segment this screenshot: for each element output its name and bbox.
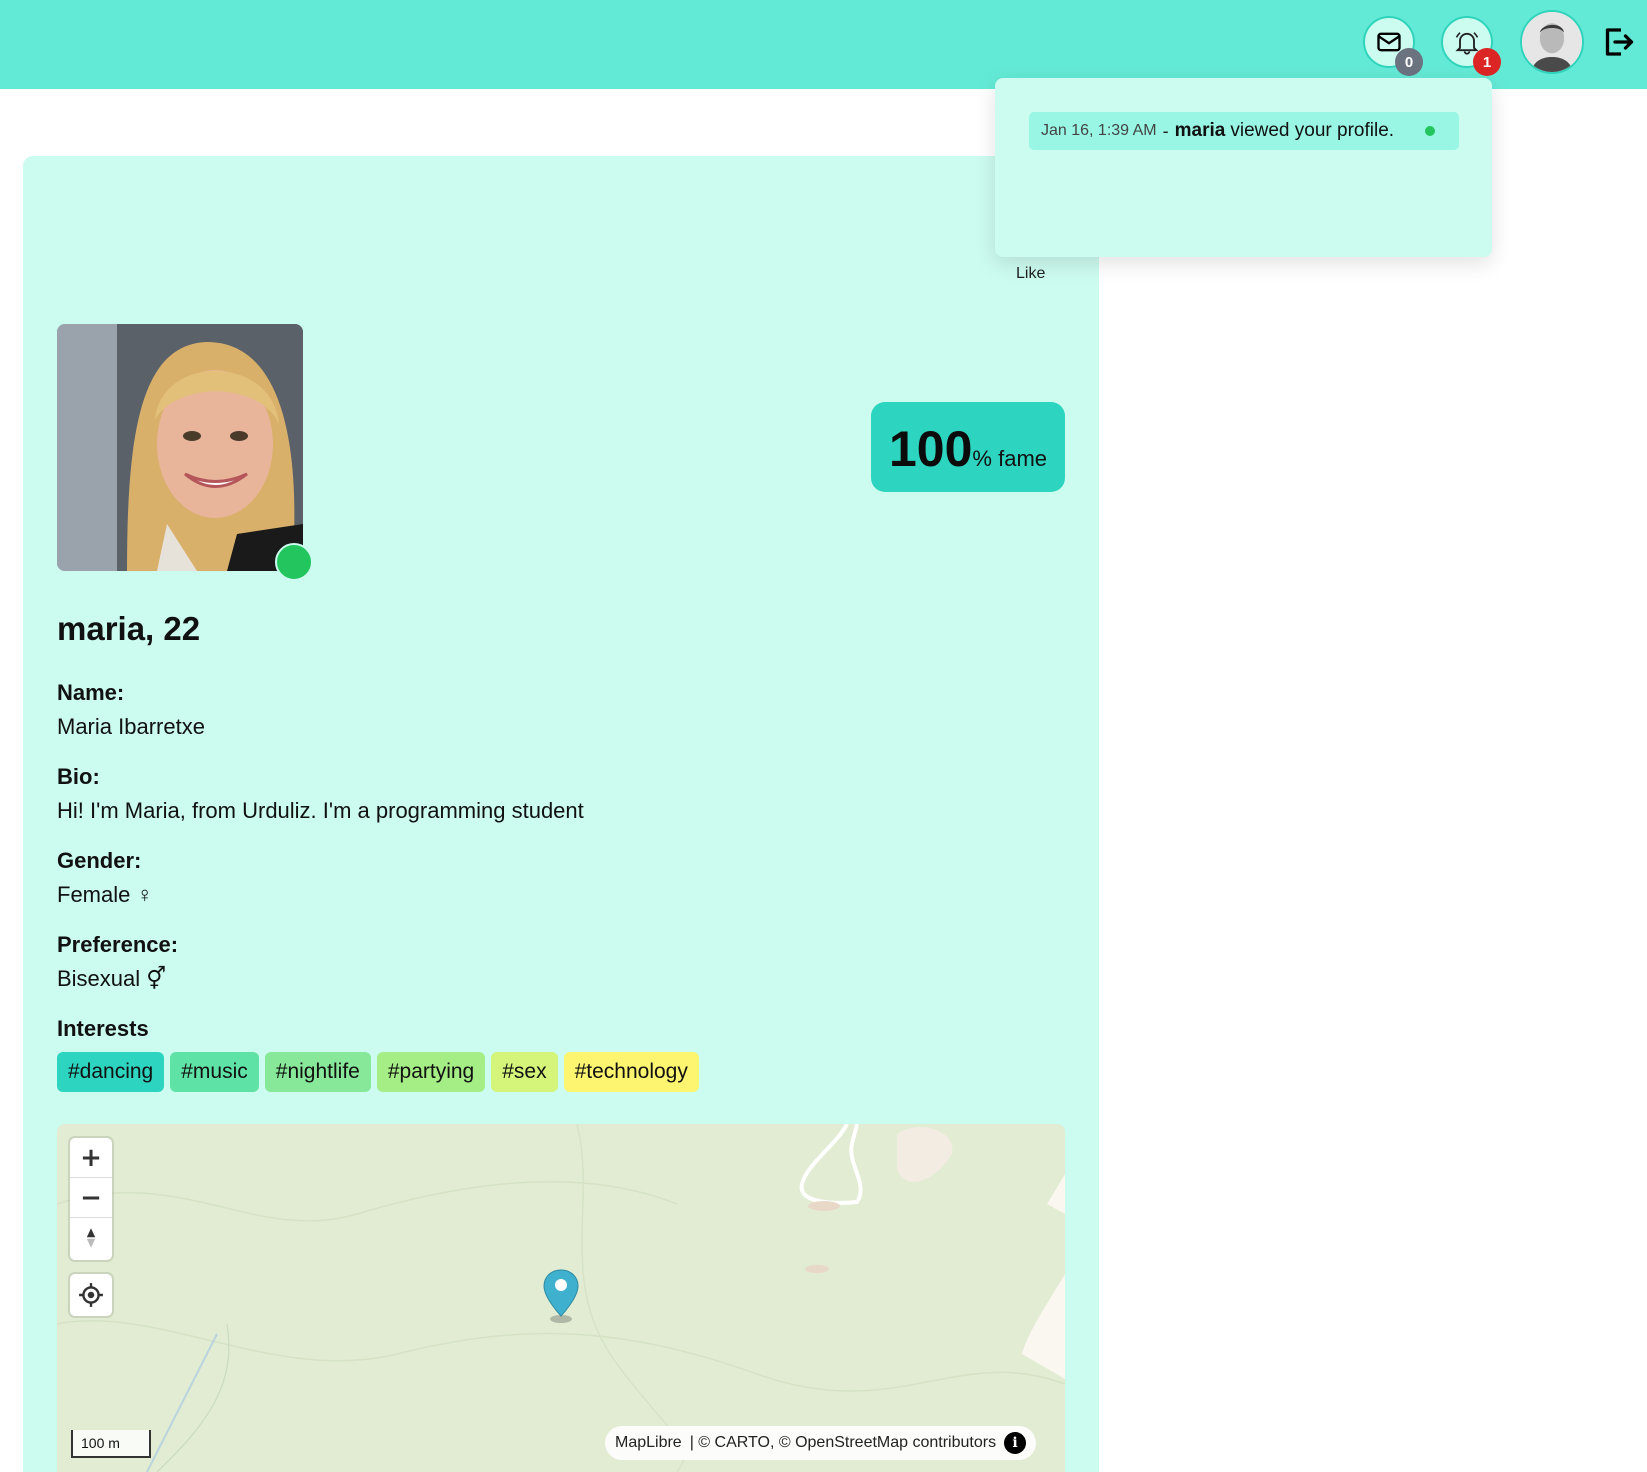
interest-tag-nightlife[interactable]: #nightlife	[264, 1052, 371, 1092]
geolocate-button[interactable]	[70, 1274, 112, 1316]
profile-photo-image	[57, 324, 303, 571]
fame-value: 100	[888, 421, 973, 477]
fame-unit: % fame	[972, 446, 1048, 471]
profile-photo	[57, 324, 303, 571]
zoom-out-button[interactable]: −	[70, 1178, 112, 1218]
bio-value: Hi! I'm Maria, from Urduliz. I'm a progr…	[57, 798, 584, 823]
map-zoom-controls: + −	[70, 1138, 112, 1260]
interest-tag-technology[interactable]: #technology	[563, 1052, 699, 1092]
notifications-button[interactable]: 1	[1441, 16, 1501, 76]
maplibre-link[interactable]: MapLibre	[615, 1434, 682, 1452]
avatar-portrait	[1522, 12, 1582, 72]
notification-time: Jan 16, 1:39 AM	[1041, 122, 1157, 139]
interest-tags: #dancing #music #nightlife #partying #se…	[57, 1052, 699, 1092]
messages-button[interactable]: 0	[1363, 16, 1423, 76]
unread-indicator	[1425, 126, 1435, 136]
info-icon[interactable]: i	[1004, 1432, 1027, 1454]
notification-item[interactable]: Jan 16, 1:39 AM - maria viewed your prof…	[1029, 112, 1459, 150]
notification-text: viewed your profile.	[1230, 120, 1395, 141]
compass-button[interactable]	[70, 1218, 112, 1258]
notification-user[interactable]: maria	[1175, 120, 1226, 142]
bio-label: Bio:	[57, 764, 100, 789]
compass-icon	[86, 1228, 96, 1248]
geolocate-icon	[79, 1283, 103, 1307]
online-status-indicator	[275, 543, 313, 581]
interest-tag-music[interactable]: #music	[170, 1052, 259, 1092]
top-navigation-bar: 0 1	[0, 0, 1647, 89]
interest-tag-sex[interactable]: #sex	[491, 1052, 558, 1092]
map-attribution: MapLibre | © CARTO, © OpenStreetMap cont…	[605, 1426, 1037, 1460]
map-scale: 100 m	[71, 1430, 151, 1458]
fame-rating: 100 % fame	[871, 402, 1065, 492]
name-label: Name:	[57, 680, 125, 705]
like-button[interactable]: Like	[1016, 265, 1045, 283]
logout-icon[interactable]	[1600, 24, 1636, 60]
notification-separator: -	[1162, 120, 1169, 141]
interest-tag-partying[interactable]: #partying	[376, 1052, 486, 1092]
messages-count-badge: 0	[1395, 48, 1423, 76]
preference-value: Bisexual ⚥	[57, 966, 167, 991]
name-value: Maria Ibarretxe	[57, 714, 205, 739]
interests-label: Interests	[57, 1016, 149, 1041]
attribution-text[interactable]: | © CARTO, © OpenStreetMap contributors	[690, 1434, 996, 1452]
notifications-dropdown: Jan 16, 1:39 AM - maria viewed your prof…	[995, 78, 1492, 257]
gender-label: Gender:	[57, 848, 142, 873]
location-marker-icon[interactable]	[541, 1268, 581, 1324]
user-avatar[interactable]	[1520, 10, 1584, 74]
gender-value: Female ♀	[57, 882, 153, 907]
location-map[interactable]: + − 100 m MapLibre | © CARTO, © OpenStre…	[57, 1124, 1065, 1472]
preference-label: Preference:	[57, 932, 179, 957]
interest-tag-dancing[interactable]: #dancing	[57, 1052, 165, 1092]
zoom-in-button[interactable]: +	[70, 1138, 112, 1178]
profile-name-age: maria, 22	[57, 610, 201, 647]
notifications-count-badge: 1	[1473, 48, 1501, 76]
